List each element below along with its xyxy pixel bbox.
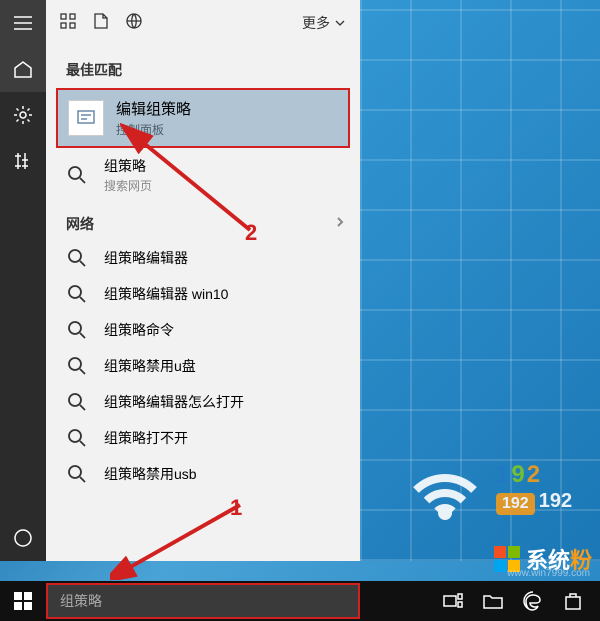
web-icon[interactable]: [126, 13, 142, 34]
control-panel-icon: [68, 100, 104, 136]
search-icon: [66, 165, 88, 185]
chevron-down-icon: [334, 17, 346, 29]
store-icon[interactable]: [554, 581, 592, 621]
network-result-row[interactable]: 组策略编辑器 win10: [46, 276, 360, 312]
result-title: 组策略禁用u盘: [104, 356, 196, 376]
ip-badge: 192: [496, 493, 535, 515]
result-title: 组策略编辑器怎么打开: [104, 392, 244, 412]
search-icon: [66, 392, 88, 412]
best-match-subtitle: 控制面板: [116, 121, 191, 138]
result-title: 组策略打不开: [104, 428, 188, 448]
best-match-title: 编辑组策略: [116, 98, 191, 119]
more-filters-button[interactable]: 更多: [302, 13, 346, 33]
network-result-row[interactable]: 组策略禁用u盘: [46, 348, 360, 384]
search-icon: [66, 428, 88, 448]
taskbar-search-box[interactable]: [46, 583, 360, 619]
result-title: 组策略命令: [104, 320, 174, 340]
result-title: 组策略: [104, 156, 152, 176]
search-sidebar: [0, 0, 46, 561]
network-result-row[interactable]: 组策略编辑器: [46, 240, 360, 276]
best-match-header: 最佳匹配: [46, 50, 360, 88]
search-icon: [66, 464, 88, 484]
search-icon: [66, 356, 88, 376]
start-button[interactable]: [0, 581, 46, 621]
chevron-right-icon[interactable]: [334, 215, 346, 233]
search-icon: [66, 284, 88, 304]
task-view-icon[interactable]: [434, 581, 472, 621]
best-match-result[interactable]: 编辑组策略 控制面板: [56, 88, 350, 148]
web-search-result[interactable]: 组策略 搜索网页: [46, 148, 360, 202]
router-graphic-overlay: 192 192 192: [390, 430, 600, 545]
more-label: 更多: [302, 13, 330, 33]
annotation-number-2: 2: [245, 220, 257, 246]
panel-top-bar: 更多: [46, 0, 360, 46]
edge-browser-icon[interactable]: [514, 581, 552, 621]
result-title: 组策略编辑器: [104, 248, 188, 268]
taskbar: [0, 581, 600, 621]
wifi-large-icon: [400, 443, 490, 533]
search-results-panel: 更多 最佳匹配 编辑组策略 控制面板 组策略 搜索网页 网络: [46, 0, 360, 561]
search-icon: [66, 320, 88, 340]
search-input[interactable]: [60, 593, 346, 609]
network-result-row[interactable]: 组策略打不开: [46, 420, 360, 456]
search-icon: [66, 248, 88, 268]
watermark-url: www.win7999.com: [507, 568, 590, 579]
network-result-row[interactable]: 组策略禁用usb: [46, 456, 360, 492]
network-result-row[interactable]: 组策略编辑器怎么打开: [46, 384, 360, 420]
file-explorer-icon[interactable]: [474, 581, 512, 621]
document-icon[interactable]: [94, 13, 108, 34]
result-title: 组策略禁用usb: [104, 464, 197, 484]
settings-gear-icon[interactable]: [0, 92, 46, 138]
result-title: 组策略编辑器 win10: [104, 284, 228, 304]
router-ip-text: 192: [496, 461, 572, 489]
menu-icon[interactable]: [0, 0, 46, 46]
home-icon[interactable]: [0, 46, 46, 92]
timeline-icon[interactable]: [0, 138, 46, 184]
network-section-header: 网络: [66, 214, 94, 234]
cortana-icon[interactable]: [0, 515, 46, 561]
apps-icon[interactable]: [60, 13, 76, 34]
result-subtitle: 搜索网页: [104, 177, 152, 194]
annotation-number-1: 1: [230, 495, 242, 521]
network-result-row[interactable]: 组策略命令: [46, 312, 360, 348]
